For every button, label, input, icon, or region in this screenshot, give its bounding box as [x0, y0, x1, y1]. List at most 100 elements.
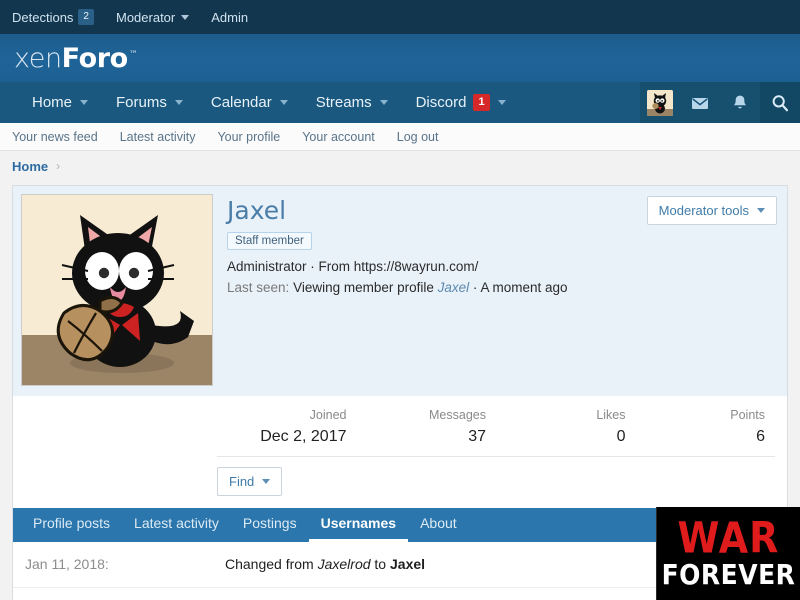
stat-likes: Likes 0: [496, 406, 636, 448]
change-prefix: Changed from: [225, 556, 314, 573]
topbar-item-moderator[interactable]: Moderator: [116, 10, 202, 25]
chevron-down-icon: [262, 478, 271, 484]
change-joiner: to: [374, 556, 387, 573]
nav-label: Calendar: [210, 94, 272, 111]
bell-icon: [733, 95, 747, 108]
tab-about[interactable]: About: [408, 508, 469, 542]
stat-label: Messages: [429, 408, 486, 422]
chevron-down-icon: [497, 100, 506, 105]
subnav-item-news-feed[interactable]: Your news feed: [12, 130, 98, 144]
tab-latest-activity[interactable]: Latest activity: [122, 508, 231, 542]
last-seen-label: Last seen:: [227, 279, 290, 295]
stat-label: Points: [730, 408, 765, 422]
topbar-label: Admin: [211, 9, 249, 25]
page-root: Detections 2 Moderator Admin xenForo™ Ho…: [0, 0, 800, 600]
breadcrumb-item-home[interactable]: Home: [12, 159, 48, 174]
stat-value: 37: [468, 427, 486, 445]
tab-profile-posts[interactable]: Profile posts: [21, 508, 122, 542]
text-separator: ·: [469, 279, 481, 295]
logo-part-thin: xen: [14, 42, 62, 74]
profile-role-line: Administrator · From https://8wayrun.com…: [227, 257, 777, 277]
nav-label: Forums: [116, 94, 167, 111]
topbar-label: Detections: [12, 9, 74, 25]
profile-avatar[interactable]: [21, 194, 213, 386]
nav-label: Discord: [415, 94, 467, 111]
account-subnav: Your news feed Latest activity Your prof…: [0, 123, 800, 151]
advertisement-banner[interactable]: WAR FOREVER: [656, 507, 800, 600]
profile-stats: Joined Dec 2, 2017 Messages 37 Likes 0 P…: [217, 396, 775, 457]
moderator-tools-wrapper: Moderator tools: [646, 196, 777, 225]
avatar: [647, 89, 673, 116]
nav-label: Home: [32, 94, 73, 111]
nav-items: Home Forums Calendar Streams Discord 1: [0, 82, 520, 123]
subnav-item-your-account[interactable]: Your account: [302, 130, 375, 144]
topbar-label: Moderator: [115, 9, 176, 25]
chevron-down-icon: [279, 100, 288, 105]
user-avatar-button[interactable]: [640, 82, 680, 123]
profile-role: Administrator: [227, 259, 307, 275]
stat-label: Joined: [309, 408, 347, 422]
tab-postings[interactable]: Postings: [231, 508, 309, 542]
stat-points: Points 6: [636, 406, 776, 448]
alerts-button[interactable]: [720, 82, 760, 123]
new-username: Jaxel: [390, 556, 426, 573]
xenforo-logo[interactable]: xenForo™: [14, 42, 138, 74]
admin-topbar: Detections 2 Moderator Admin: [0, 0, 800, 34]
nav-user-actions: [640, 82, 800, 123]
inbox-button[interactable]: [680, 82, 720, 123]
chevron-down-icon: [379, 100, 388, 105]
chevron-down-icon: [174, 100, 183, 105]
last-seen-time: A moment ago: [480, 279, 568, 295]
find-button[interactable]: Find: [217, 466, 283, 496]
search-icon: [772, 94, 789, 111]
breadcrumb-separator-icon: ›: [56, 159, 61, 173]
nav-label: Streams: [315, 94, 372, 111]
stat-label: Likes: [596, 408, 626, 422]
nav-item-streams[interactable]: Streams: [302, 82, 402, 123]
stat-value: 0: [616, 427, 626, 445]
ad-line-2: FOREVER: [661, 558, 796, 591]
ad-line-1: WAR: [677, 513, 780, 563]
profile-location: From https://8wayrun.com/: [318, 259, 479, 275]
row-date: Jan 11, 2018:: [25, 556, 109, 573]
find-row: Find: [25, 456, 775, 508]
main-navigation: Home Forums Calendar Streams Discord 1: [0, 82, 800, 123]
stat-joined: Joined Dec 2, 2017: [217, 406, 357, 448]
nav-item-calendar[interactable]: Calendar: [197, 82, 302, 123]
nav-item-home[interactable]: Home: [18, 82, 102, 123]
trademark-icon: ™: [128, 49, 138, 60]
logo-part-bold: Foro: [61, 42, 129, 74]
site-header: xenForo™: [0, 34, 800, 82]
profile-card: Jaxel Staff member Administrator · From …: [12, 185, 788, 542]
stat-value: Dec 2, 2017: [260, 427, 347, 445]
subnav-item-latest-activity[interactable]: Latest activity: [120, 130, 196, 144]
tab-usernames[interactable]: Usernames: [308, 508, 409, 542]
chevron-down-icon: [80, 100, 89, 105]
subnav-item-your-profile[interactable]: Your profile: [217, 130, 280, 144]
chevron-down-icon: [181, 14, 190, 20]
breadcrumb: Home ›: [0, 151, 800, 181]
nav-item-discord[interactable]: Discord 1: [402, 82, 520, 123]
text-separator: ·: [306, 259, 319, 275]
envelope-icon: [692, 97, 708, 109]
last-seen-target-link[interactable]: Jaxel: [438, 280, 470, 295]
find-label: Find: [229, 473, 255, 489]
moderator-tools-label: Moderator tools: [658, 203, 749, 218]
detections-count-badge: 2: [78, 9, 94, 25]
topbar-item-admin[interactable]: Admin: [211, 10, 261, 25]
stat-messages: Messages 37: [357, 406, 497, 448]
stat-value: 6: [756, 427, 765, 445]
status-badge: Staff member: [227, 232, 312, 251]
subnav-item-log-out[interactable]: Log out: [397, 130, 439, 144]
moderator-tools-button[interactable]: Moderator tools: [646, 196, 777, 225]
row-text: Changed from Jaxelrod to Jaxel: [225, 556, 425, 572]
chevron-down-icon: [757, 208, 765, 213]
profile-stats-wrapper: Joined Dec 2, 2017 Messages 37 Likes 0 P…: [13, 396, 787, 508]
last-seen-action: Viewing member profile: [293, 279, 434, 295]
search-button[interactable]: [760, 82, 800, 123]
old-username: Jaxelrod: [317, 556, 371, 573]
topbar-item-detections[interactable]: Detections 2: [12, 9, 107, 25]
nav-item-forums[interactable]: Forums: [102, 82, 197, 123]
discord-count-badge: 1: [473, 94, 490, 111]
profile-last-seen-line: Last seen: Viewing member profile Jaxel …: [227, 278, 777, 298]
